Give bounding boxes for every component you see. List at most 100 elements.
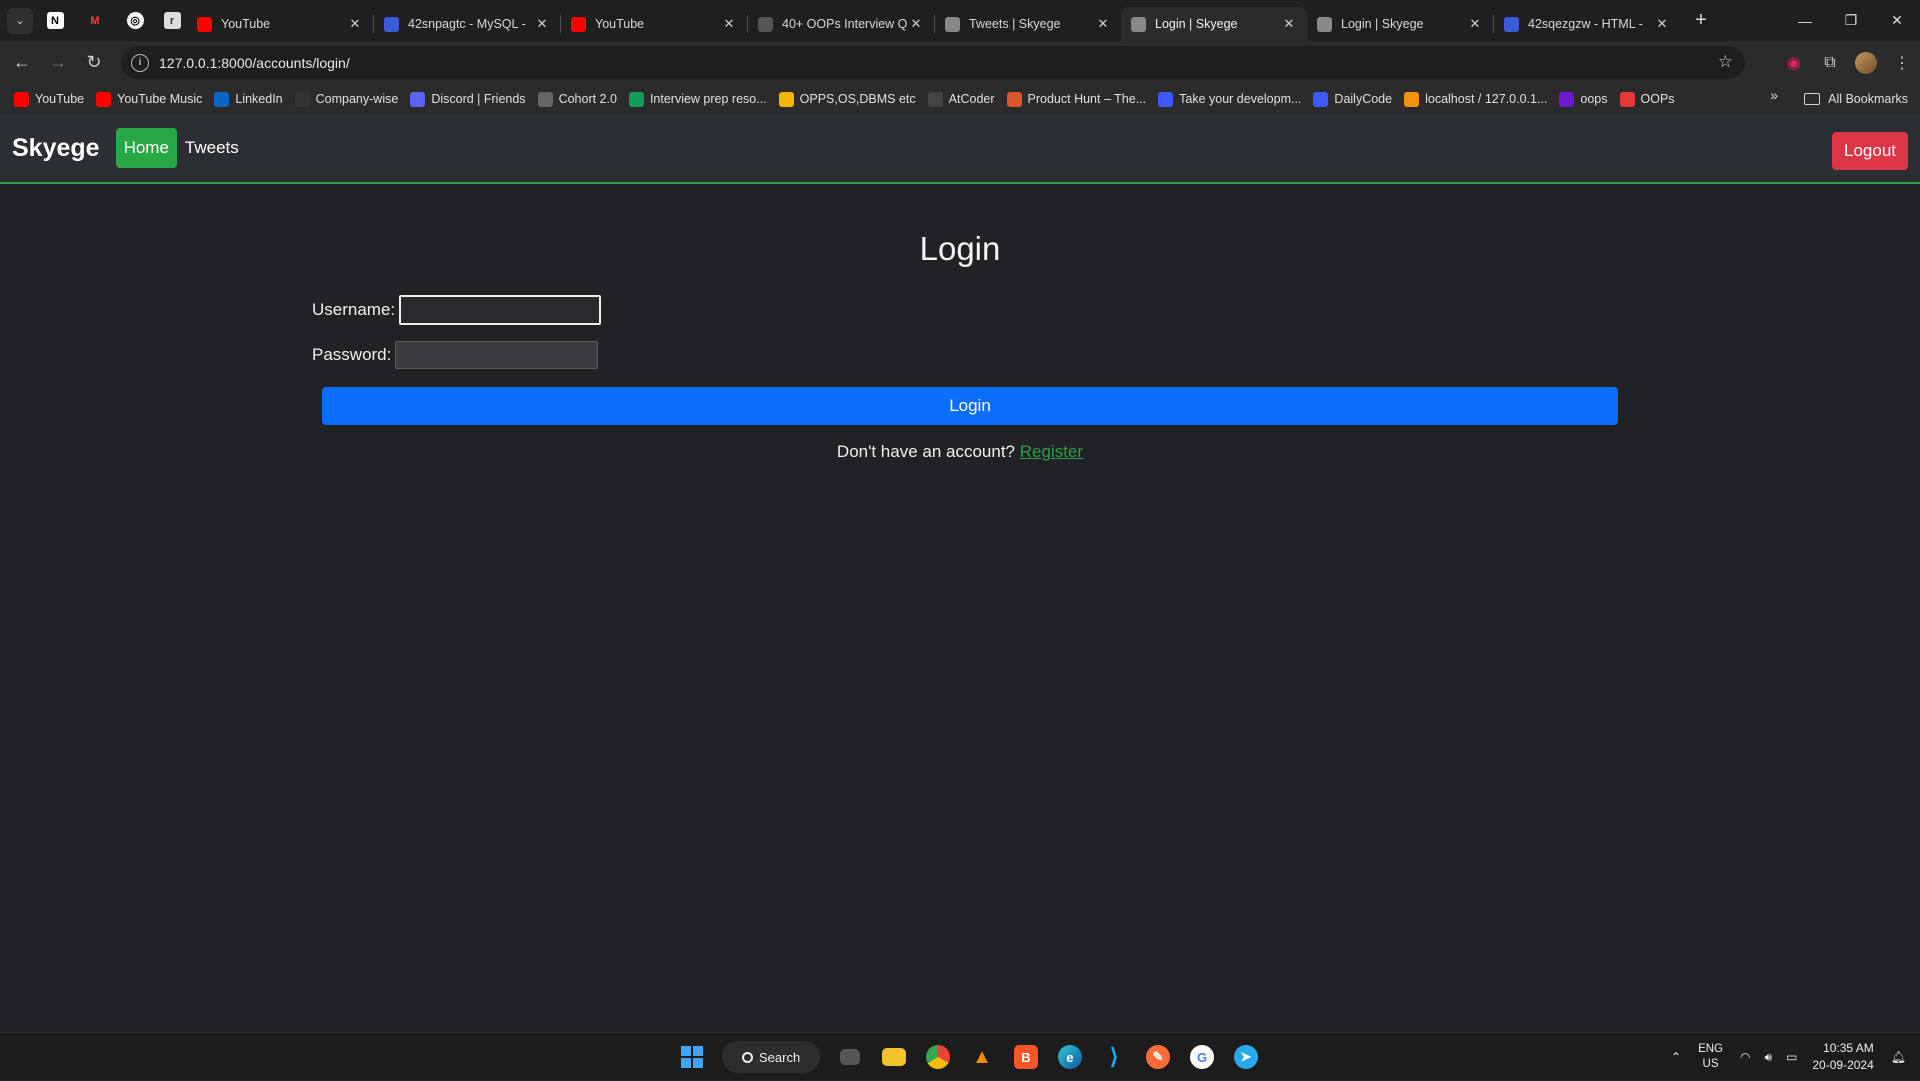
youtube-icon — [197, 16, 212, 32]
close-window-icon[interactable]: ✕ — [1874, 0, 1920, 41]
code-icon — [384, 16, 399, 32]
volume-icon[interactable]: 🔊︎ — [1764, 1050, 1772, 1065]
language-indicator[interactable]: ENG US — [1698, 1042, 1723, 1072]
clock[interactable]: 10:35 AM 20-09-2024 — [1812, 1040, 1873, 1074]
extension-record-icon[interactable]: ◉ — [1776, 45, 1812, 81]
oops-v-icon — [1619, 91, 1635, 107]
extensions-puzzle-icon[interactable]: ⧉ — [1812, 45, 1848, 81]
oops-icon — [1559, 91, 1575, 107]
tab-close-icon[interactable]: ✕ — [908, 16, 924, 32]
bookmark-item[interactable]: OPPS,OS,DBMS etc — [775, 87, 924, 111]
tab-title: 42snpagtc - MySQL - — [408, 17, 526, 31]
pinned-tab-gmail[interactable]: M — [77, 0, 113, 41]
browser-tab[interactable]: 42snpagtc - MySQL - ✕ — [374, 7, 560, 41]
register-prompt-text: Don't have an account? — [836, 442, 1016, 461]
site-info-icon[interactable]: i — [131, 53, 149, 72]
register-link[interactable]: Register — [1020, 442, 1083, 461]
bookmark-item[interactable]: Take your developm... — [1154, 87, 1309, 111]
clock-time: 10:35 AM — [1823, 1041, 1874, 1055]
profile-avatar[interactable] — [1855, 51, 1877, 74]
chrome-taskbar-button[interactable] — [916, 1037, 960, 1077]
bookmark-item[interactable]: Discord | Friends — [406, 87, 533, 111]
brave-button[interactable]: B — [1004, 1037, 1048, 1077]
tab-search-chevron-icon[interactable]: ⌄ — [7, 7, 33, 34]
bookmark-star-icon[interactable]: ☆ — [1718, 52, 1733, 72]
pinned-tab-notion[interactable]: N — [33, 0, 77, 41]
tab-close-icon[interactable]: ✕ — [1467, 16, 1483, 32]
new-tab-button[interactable]: + — [1686, 6, 1716, 36]
menu-kebab-icon[interactable]: ⋮ — [1884, 45, 1920, 81]
bookmark-item[interactable]: Product Hunt – The... — [1003, 87, 1155, 111]
edge-button[interactable]: e — [1048, 1037, 1092, 1077]
password-input[interactable] — [395, 341, 599, 369]
bookmark-item[interactable]: YouTube Music — [92, 87, 210, 111]
google-g-icon: G — [1190, 1045, 1214, 1069]
task-view-button[interactable] — [828, 1037, 872, 1077]
taskbar-search[interactable]: Search — [722, 1041, 820, 1073]
battery-icon[interactable]: ▭ — [1786, 1050, 1797, 1064]
language-region: US — [1702, 1058, 1719, 1070]
browser-tab[interactable]: 40+ OOPs Interview Q ✕ — [748, 7, 934, 41]
nav-home-link[interactable]: Home — [115, 128, 177, 168]
notion-icon: N — [46, 12, 64, 29]
username-input[interactable] — [399, 295, 602, 325]
bookmark-item[interactable]: localhost / 127.0.0.1... — [1400, 87, 1555, 111]
bookmark-label: Company-wise — [315, 92, 399, 106]
tab-close-icon[interactable]: ✕ — [1654, 16, 1670, 32]
wifi-icon[interactable]: ◠ — [1740, 1050, 1750, 1064]
minimize-icon[interactable]: — — [1782, 0, 1828, 41]
restore-icon[interactable]: ❐ — [1828, 0, 1874, 41]
browser-tab[interactable]: Login | Skyege ✕ — [1121, 7, 1307, 41]
tab-close-icon[interactable]: ✕ — [721, 16, 737, 32]
tab-close-icon[interactable]: ✕ — [1095, 16, 1111, 32]
bookmark-item[interactable]: AtCoder — [924, 87, 1003, 111]
notification-bell-icon[interactable]: 🔔︎ — [1891, 1050, 1906, 1064]
file-explorer-button[interactable] — [872, 1037, 916, 1077]
bookmark-item[interactable]: OOPs — [1616, 87, 1683, 111]
bookmark-item[interactable]: DailyCode — [1309, 87, 1400, 111]
url-text[interactable]: 127.0.0.1:8000/accounts/login/ — [159, 55, 350, 71]
vscode-button[interactable]: ⟩ — [1092, 1037, 1136, 1077]
browser-tab[interactable]: Tweets | Skyege ✕ — [935, 7, 1121, 41]
all-bookmarks-button[interactable]: All Bookmarks — [1804, 87, 1908, 111]
bookmark-label: YouTube Music — [117, 92, 203, 106]
r-icon: r — [163, 12, 181, 29]
bookmark-item[interactable]: YouTube — [10, 87, 92, 111]
bookmark-item[interactable]: oops — [1555, 87, 1615, 111]
google-button[interactable]: G — [1180, 1037, 1224, 1077]
browser-tab[interactable]: YouTube ✕ — [561, 7, 747, 41]
browser-tab[interactable]: 42sqezgzw - HTML - ✕ — [1494, 7, 1680, 41]
vlc-cone-icon: ▲ — [972, 1045, 992, 1068]
mountain-icon — [758, 16, 773, 32]
brand-logo[interactable]: Skyege — [12, 134, 100, 163]
bookmark-item[interactable]: Company-wise — [291, 87, 407, 111]
tab-close-icon[interactable]: ✕ — [347, 16, 363, 32]
browser-toolbar: ← → ↻ i 127.0.0.1:8000/accounts/login/ ☆… — [0, 41, 1920, 84]
browser-tab[interactable]: YouTube ✕ — [187, 7, 373, 41]
pinned-tab-chatgpt[interactable]: ◎ — [113, 0, 157, 41]
postman-button[interactable]: ✎ — [1136, 1037, 1180, 1077]
tab-close-icon[interactable]: ✕ — [534, 16, 550, 32]
back-icon[interactable]: ← — [4, 45, 40, 81]
page-title: Login — [919, 230, 1001, 267]
page-viewport: Skyege Home Tweets Logout Login Username… — [0, 114, 1920, 1032]
bookmark-item[interactable]: Cohort 2.0 — [534, 87, 625, 111]
telegram-button[interactable]: ➤ — [1224, 1037, 1268, 1077]
username-row: Username: — [312, 295, 602, 325]
bookmark-item[interactable]: LinkedIn — [210, 87, 290, 111]
logout-button[interactable]: Logout — [1832, 132, 1908, 170]
pinned-tab-r[interactable]: r — [157, 0, 187, 41]
forward-icon[interactable]: → — [40, 45, 76, 81]
login-submit-button[interactable]: Login — [322, 387, 1618, 425]
browser-tab[interactable]: Login | Skyege ✕ — [1307, 7, 1493, 41]
tray-overflow-chevron-icon[interactable]: ⌃ — [1671, 1050, 1681, 1064]
vlc-button[interactable]: ▲ — [960, 1037, 1004, 1077]
address-bar[interactable]: i 127.0.0.1:8000/accounts/login/ ☆ — [121, 46, 1745, 79]
tab-close-icon[interactable]: ✕ — [1281, 16, 1297, 32]
bookmark-item[interactable]: Interview prep reso... — [625, 87, 775, 111]
window-controls: — ❐ ✕ — [1782, 0, 1920, 41]
nav-tweets-link[interactable]: Tweets — [185, 138, 239, 158]
reload-icon[interactable]: ↻ — [76, 45, 112, 81]
start-button[interactable] — [670, 1037, 714, 1077]
bookmarks-overflow-icon[interactable]: » — [1770, 87, 1778, 103]
